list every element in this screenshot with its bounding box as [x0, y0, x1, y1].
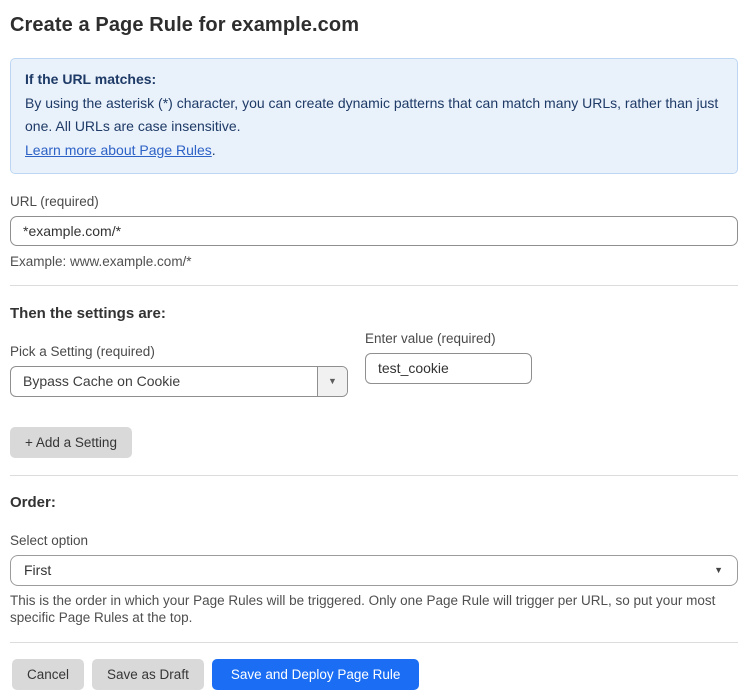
order-helper-text: This is the order in which your Page Rul… [10, 592, 734, 627]
learn-more-link[interactable]: Learn more about Page Rules [25, 142, 212, 158]
link-suffix: . [212, 142, 216, 158]
divider-footer [10, 642, 738, 643]
setting-value-label: Enter value (required) [365, 331, 532, 346]
url-input[interactable] [10, 216, 738, 246]
save-and-deploy-button[interactable]: Save and Deploy Page Rule [212, 659, 420, 690]
footer-actions: Cancel Save as Draft Save and Deploy Pag… [12, 659, 738, 690]
order-section-heading: Order: [10, 494, 738, 511]
url-match-info-box: If the URL matches: By using the asteris… [10, 58, 738, 174]
divider-order [10, 475, 738, 476]
setting-value-column: Enter value (required) [365, 331, 532, 397]
chevron-down-icon: ▼ [714, 565, 723, 575]
page-rule-form: Create a Page Rule for example.com If th… [0, 0, 750, 690]
save-as-draft-button[interactable]: Save as Draft [92, 659, 204, 690]
setting-select[interactable]: Bypass Cache on Cookie ▼ [10, 366, 348, 397]
order-select-value: First [11, 562, 64, 578]
url-example-helper: Example: www.example.com/* [10, 253, 738, 271]
settings-section-heading: Then the settings are: [10, 305, 738, 322]
chevron-down-icon: ▼ [328, 376, 337, 386]
setting-select-arrow-button[interactable]: ▼ [317, 367, 347, 396]
order-select-label: Select option [10, 533, 738, 548]
setting-select-column: Pick a Setting (required) Bypass Cache o… [10, 324, 348, 397]
info-box-body: By using the asterisk (*) character, you… [25, 92, 723, 139]
page-title: Create a Page Rule for example.com [10, 14, 738, 37]
setting-select-value: Bypass Cache on Cookie [11, 373, 317, 389]
add-setting-button[interactable]: + Add a Setting [10, 427, 132, 458]
settings-row: Pick a Setting (required) Bypass Cache o… [10, 324, 738, 397]
setting-value-input[interactable] [365, 353, 532, 384]
url-field-label: URL (required) [10, 194, 738, 209]
info-box-heading: If the URL matches: [25, 68, 723, 92]
setting-select-label: Pick a Setting (required) [10, 344, 348, 359]
order-select[interactable]: First ▼ [10, 555, 738, 586]
info-box-link-line: Learn more about Page Rules. [25, 139, 723, 163]
cancel-button[interactable]: Cancel [12, 659, 84, 690]
divider-settings [10, 285, 738, 286]
